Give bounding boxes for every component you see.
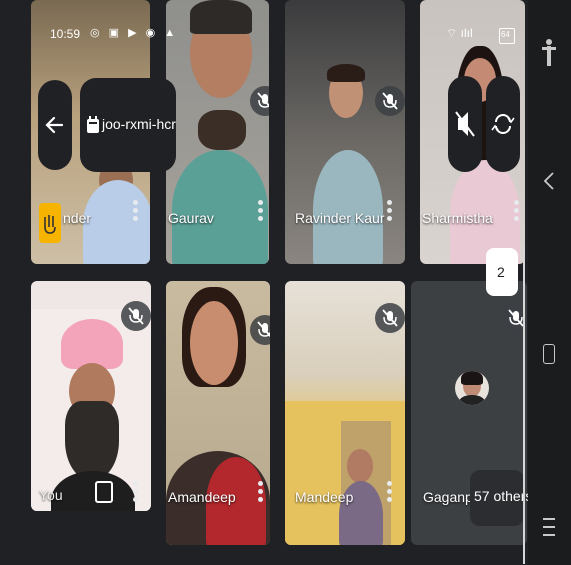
- android-nav-bar: [528, 0, 571, 565]
- page-indicator[interactable]: 2: [486, 248, 518, 296]
- more-options-icon[interactable]: [512, 200, 520, 224]
- audio-output-button[interactable]: [448, 76, 482, 172]
- back-button[interactable]: [38, 80, 72, 170]
- more-options-icon[interactable]: [131, 481, 139, 505]
- mute-icon: [375, 86, 405, 116]
- participant-name: Ravinder Kaur: [295, 210, 385, 226]
- participant-tile-ravinder[interactable]: Ravinder Kaur: [285, 0, 405, 264]
- switch-camera-button[interactable]: [486, 76, 520, 172]
- mute-icon: [375, 303, 405, 333]
- meeting-code: joo-rxmi-hcr: [102, 116, 176, 132]
- battery-icon: 64: [499, 28, 515, 44]
- more-options-icon[interactable]: [385, 481, 393, 505]
- participant-tile-mandeep[interactable]: Mandeep: [285, 281, 405, 545]
- participant-name: Gaurav: [168, 210, 214, 226]
- raised-hand-icon: [39, 203, 61, 243]
- participant-tile-amandeep[interactable]: Amandeep: [166, 281, 270, 545]
- page-number: 2: [497, 264, 505, 280]
- speaker-off-icon: [455, 111, 475, 137]
- more-options-icon[interactable]: [256, 200, 264, 224]
- participant-name: Mandeep: [295, 489, 354, 505]
- scrollbar[interactable]: [523, 244, 525, 564]
- more-options-icon[interactable]: [131, 200, 139, 224]
- calendar-icon: [87, 116, 99, 133]
- nav-recents-icon[interactable]: [542, 516, 556, 538]
- mute-icon: [250, 86, 269, 116]
- participant-name: nder: [63, 210, 92, 226]
- switch-camera-icon: [491, 114, 515, 134]
- others-count-chip[interactable]: 57 others: [470, 470, 532, 526]
- participant-name: Sharmistha: [422, 210, 493, 226]
- status-time: 10:59: [50, 27, 81, 41]
- avatar: [455, 371, 489, 405]
- mute-icon: [121, 301, 151, 331]
- participant-name: Amandeep: [168, 489, 236, 505]
- mute-icon: [250, 315, 270, 345]
- more-options-icon[interactable]: [256, 481, 264, 505]
- effects-icon[interactable]: [95, 481, 113, 503]
- meet-call-screen: nder Gaurav Ravinder Kaur Sharmistha You…: [0, 0, 571, 565]
- back-arrow-icon: [45, 116, 64, 134]
- battery-level: 64: [501, 30, 510, 39]
- wifi-signal-icon: ⌔ ılıl: [446, 26, 473, 40]
- participant-name: You: [39, 487, 63, 503]
- more-options-icon[interactable]: [385, 200, 393, 224]
- participant-tile-gaurav[interactable]: Gaurav: [166, 0, 269, 264]
- meeting-info-button[interactable]: joo-rxmi-hcr: [80, 78, 176, 172]
- accessibility-icon[interactable]: [540, 38, 558, 68]
- nav-back-icon[interactable]: [542, 172, 556, 190]
- participant-tile-self[interactable]: You: [31, 281, 151, 511]
- status-icons: ◎ ▣ ▶ ◉ ▲: [90, 27, 179, 39]
- nav-home-icon[interactable]: [543, 344, 555, 364]
